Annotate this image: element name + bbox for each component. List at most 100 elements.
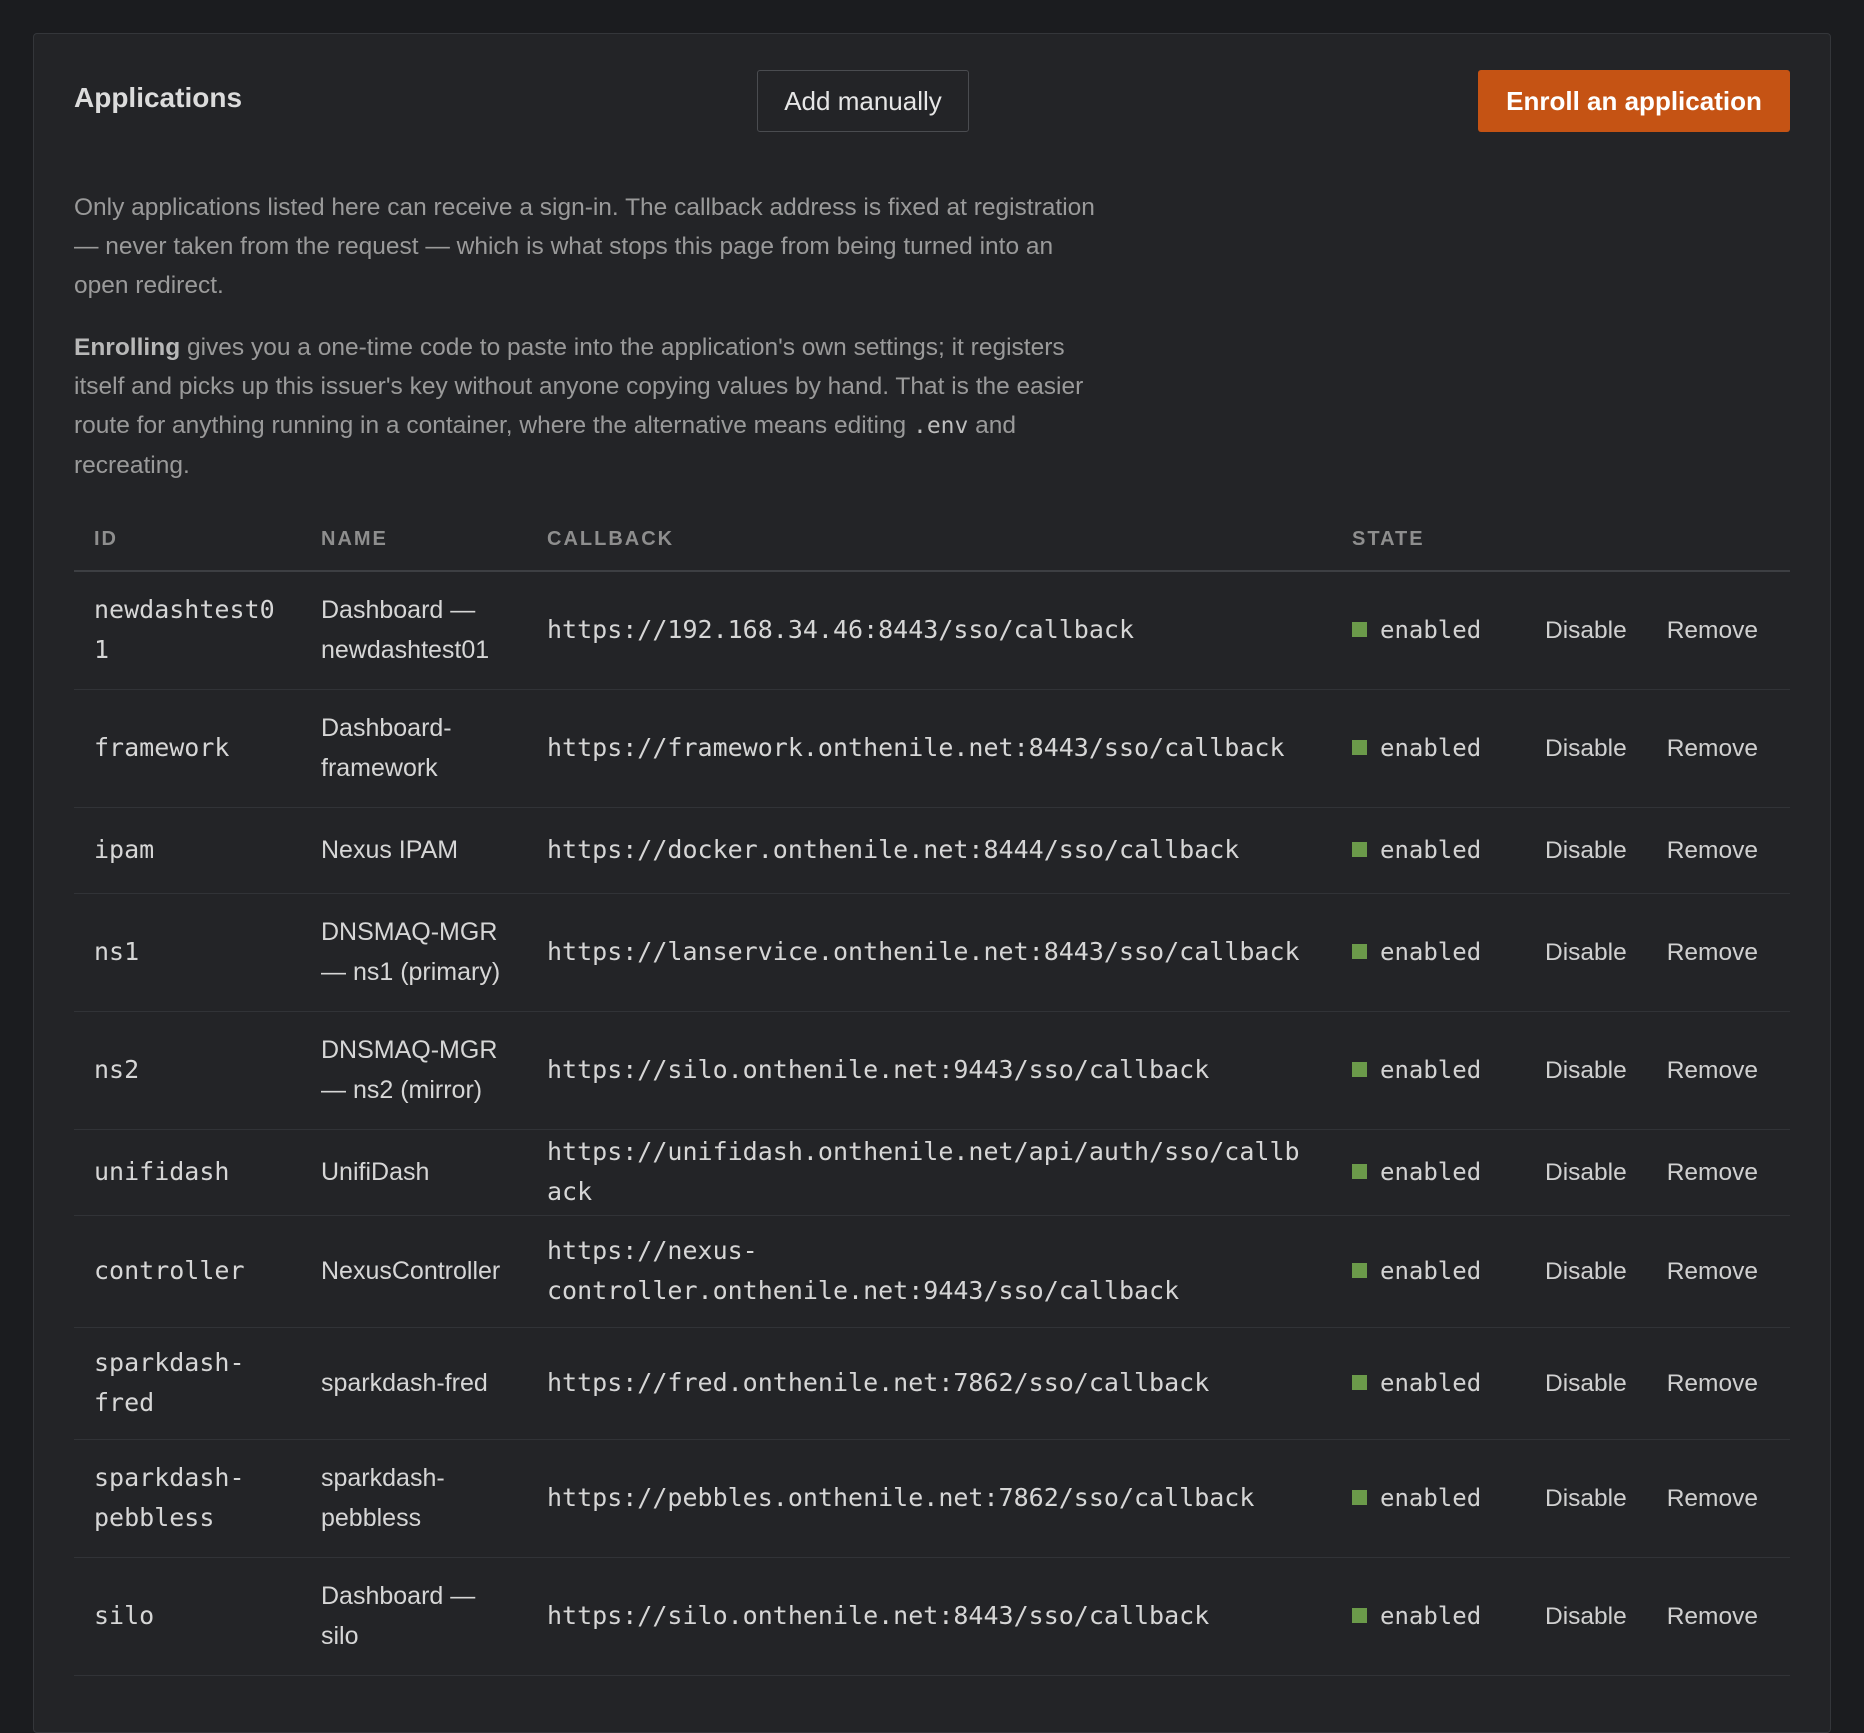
panel-header: Applications Add manually Enroll an appl… [74, 70, 1790, 132]
app-state: enabled [1332, 1011, 1517, 1130]
app-name: sparkdash-pebbless [301, 1439, 527, 1558]
disable-button[interactable]: Disable [1545, 933, 1627, 973]
table-row: ipam Nexus IPAM https://docker.onthenile.n… [74, 807, 1790, 894]
disable-button[interactable]: Disable [1545, 729, 1627, 769]
app-callback: https://lanservice.onthenile.net:8443/ss… [527, 893, 1332, 1012]
app-id: sparkdash-pebbless [74, 1439, 301, 1558]
remove-button[interactable]: Remove [1667, 1597, 1758, 1637]
app-name: UnifiDash [301, 1129, 527, 1216]
app-id: newdashtest01 [74, 571, 301, 690]
status-indicator-icon [1352, 622, 1367, 638]
column-header-actions [1517, 508, 1790, 572]
row-actions: Disable Remove [1517, 1011, 1790, 1130]
app-state: enabled [1332, 1439, 1517, 1558]
page-title: Applications [74, 82, 243, 113]
enrolling-bold: Enrolling [74, 334, 181, 361]
state-label: enabled [1380, 616, 1482, 645]
remove-button[interactable]: Remove [1667, 933, 1758, 973]
row-actions: Disable Remove [1517, 893, 1790, 1012]
table-row: sparkdash-pebbless sparkdash-pebbless http… [74, 1439, 1790, 1558]
state-label: enabled [1380, 1484, 1482, 1512]
add-manually-button[interactable]: Add manually [757, 70, 969, 132]
env-code: .env [912, 413, 969, 439]
status-indicator-icon [1352, 1163, 1367, 1179]
app-name: sparkdash-fred [301, 1327, 527, 1440]
row-actions: Disable Remove [1517, 1327, 1790, 1440]
remove-button[interactable]: Remove [1667, 831, 1758, 871]
remove-button[interactable]: Remove [1667, 611, 1758, 651]
applications-table: ID NAME CALLBACK STATE newdashtest01 Dash… [74, 508, 1790, 1676]
column-header-state: STATE [1332, 508, 1517, 572]
state-label: enabled [1380, 734, 1482, 762]
disable-button[interactable]: Disable [1545, 1153, 1627, 1193]
disable-button[interactable]: Disable [1545, 831, 1627, 871]
state-label: enabled [1380, 1602, 1482, 1630]
row-actions: Disable Remove [1517, 1557, 1790, 1676]
table-body: newdashtest01 Dashboard — newdashtest01 ht… [74, 571, 1790, 1676]
app-id: silo [74, 1557, 301, 1676]
table-row: unifidash UnifiDash https://unifidash.onth… [74, 1129, 1790, 1216]
intro-paragraph: Only applications listed here can receiv… [74, 194, 1095, 299]
row-actions: Disable Remove [1517, 689, 1790, 808]
table-header-row: ID NAME CALLBACK STATE [74, 508, 1790, 572]
app-state: enabled [1332, 1129, 1517, 1216]
status-indicator-icon [1352, 1489, 1367, 1505]
app-name: Dashboard-framework [301, 689, 527, 808]
table-row: newdashtest01 Dashboard — newdashtest01 ht… [74, 571, 1790, 690]
remove-button[interactable]: Remove [1667, 729, 1758, 769]
app-callback: https://unifidash.onthenile.net/api/auth… [527, 1129, 1332, 1216]
row-actions: Disable Remove [1517, 1439, 1790, 1558]
row-actions: Disable Remove [1517, 807, 1790, 894]
app-name: DNSMAQ-MGR — ns2 (mirror) [301, 1011, 527, 1130]
status-indicator-icon [1352, 1262, 1367, 1278]
app-state: enabled [1332, 571, 1517, 690]
disable-button[interactable]: Disable [1545, 1051, 1627, 1091]
app-state: enabled [1332, 689, 1517, 808]
table-row: framework Dashboard-framework https://fram… [74, 689, 1790, 808]
status-indicator-icon [1352, 943, 1367, 959]
app-callback: https://docker.onthenile.net:8444/sso/ca… [527, 807, 1332, 894]
app-callback: https://192.168.34.46:8443/sso/callback [527, 571, 1332, 690]
app-id: controller [74, 1215, 301, 1328]
remove-button[interactable]: Remove [1667, 1252, 1758, 1292]
state-label: enabled [1380, 1369, 1482, 1397]
app-state: enabled [1332, 1557, 1517, 1676]
state-label: enabled [1380, 1056, 1482, 1084]
disable-button[interactable]: Disable [1545, 1252, 1627, 1292]
app-id: framework [74, 689, 301, 808]
table-row: sparkdash-fred sparkdash-fred https://fred… [74, 1327, 1790, 1440]
remove-button[interactable]: Remove [1667, 1153, 1758, 1193]
remove-button[interactable]: Remove [1667, 1051, 1758, 1091]
app-id: ns1 [74, 893, 301, 1012]
disable-button[interactable]: Disable [1545, 1479, 1627, 1519]
app-id: ipam [74, 807, 301, 894]
status-indicator-icon [1352, 739, 1367, 755]
column-header-callback: CALLBACK [527, 508, 1332, 572]
column-header-name: NAME [301, 508, 527, 572]
table-row: controller NexusController https://nexus-c… [74, 1215, 1790, 1328]
applications-panel: Applications Add manually Enroll an appl… [33, 33, 1831, 1733]
app-state: enabled [1332, 1327, 1517, 1440]
column-header-id: ID [74, 508, 301, 572]
row-actions: Disable Remove [1517, 571, 1790, 690]
app-name: Dashboard — silo [301, 1557, 527, 1676]
table-row: silo Dashboard — silo https://silo.ontheni… [74, 1557, 1790, 1676]
app-id: ns2 [74, 1011, 301, 1130]
status-indicator-icon [1352, 1374, 1367, 1390]
app-callback: https://nexus-controller.onthenile.net:9… [527, 1215, 1332, 1328]
app-callback: https://framework.onthenile.net:8443/sso… [527, 689, 1332, 808]
app-callback: https://pebbles.onthenile.net:7862/sso/c… [527, 1439, 1332, 1558]
remove-button[interactable]: Remove [1667, 1364, 1758, 1404]
app-id: unifidash [74, 1129, 301, 1216]
enroll-application-button[interactable]: Enroll an application [1478, 70, 1790, 132]
app-name: Nexus IPAM [301, 807, 527, 894]
disable-button[interactable]: Disable [1545, 1364, 1627, 1404]
disable-button[interactable]: Disable [1545, 1597, 1627, 1637]
status-indicator-icon [1352, 1607, 1367, 1623]
disable-button[interactable]: Disable [1545, 611, 1627, 651]
state-label: enabled [1380, 938, 1482, 966]
remove-button[interactable]: Remove [1667, 1479, 1758, 1519]
app-id: sparkdash-fred [74, 1327, 301, 1440]
app-state: enabled [1332, 893, 1517, 1012]
status-indicator-icon [1352, 841, 1367, 857]
